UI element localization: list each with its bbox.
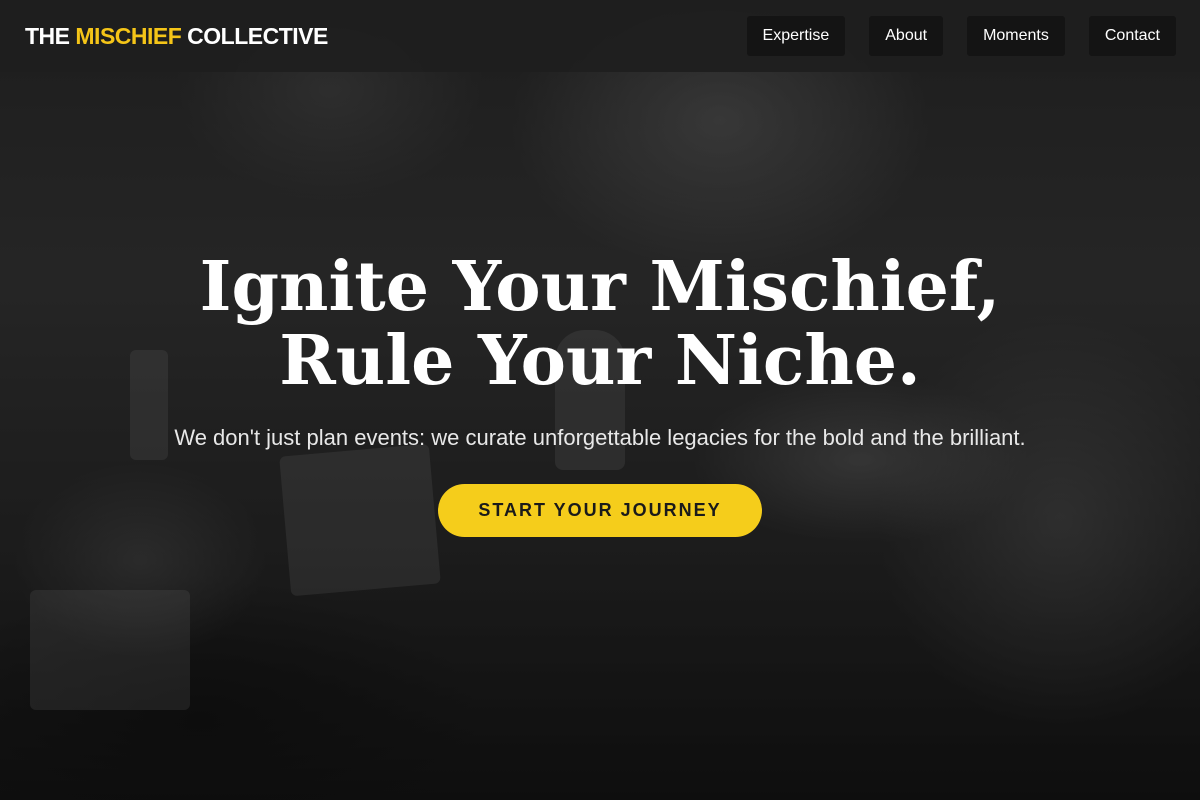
hero-subtitle: We don't just plan events: we curate unf…	[174, 425, 1026, 450]
logo-text-part2: COLLECTIVE	[181, 22, 328, 49]
main-nav: Expertise About Moments Contact	[746, 16, 1176, 56]
nav-about-button[interactable]: About	[869, 16, 944, 56]
nav-contact-button[interactable]: Contact	[1088, 16, 1176, 56]
site-logo[interactable]: THE MISCHIEF COLLECTIVE	[25, 23, 328, 50]
start-journey-button[interactable]: START YOUR JOURNEY	[438, 484, 762, 537]
nav-moments-button[interactable]: Moments	[967, 16, 1065, 56]
logo-text-part1: THE	[25, 22, 76, 49]
hero-title: Ignite Your Mischief, Rule Your Niche.	[199, 247, 1001, 401]
nav-expertise-button[interactable]: Expertise	[746, 16, 846, 56]
hero-section: Ignite Your Mischief, Rule Your Niche. W…	[0, 250, 1200, 537]
site-header: THE MISCHIEF COLLECTIVE Expertise About …	[0, 0, 1200, 72]
page: THE MISCHIEF COLLECTIVE Expertise About …	[0, 0, 1200, 800]
logo-text-accent: MISCHIEF	[75, 22, 182, 49]
